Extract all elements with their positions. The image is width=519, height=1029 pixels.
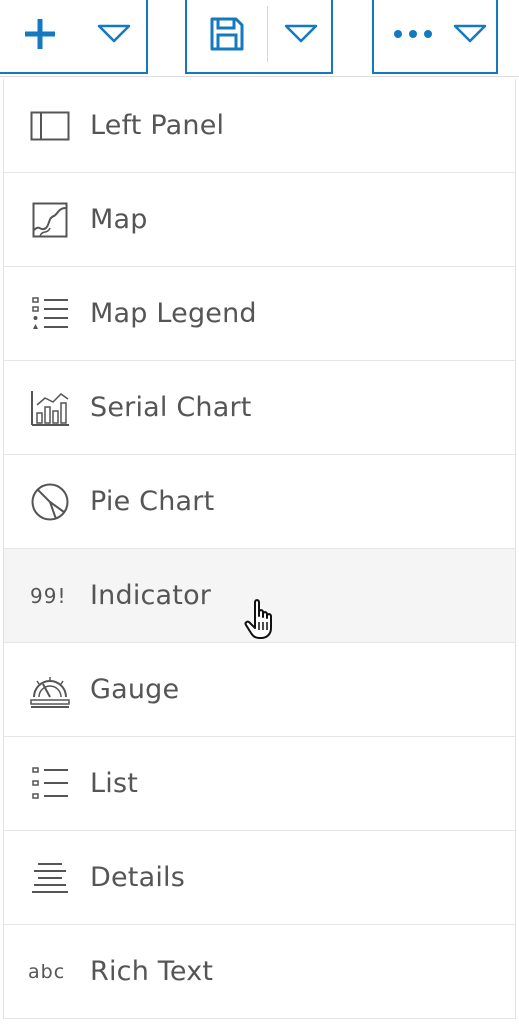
menu-item-label: Serial Chart <box>90 392 252 423</box>
ellipsis-icon <box>394 30 432 38</box>
menu-item-details[interactable]: Details <box>3 831 516 925</box>
save-icon <box>210 17 244 51</box>
gauge-icon <box>30 677 70 708</box>
toolbar <box>0 0 519 76</box>
menu-item-label: Left Panel <box>90 110 225 141</box>
menu-item-rich-text[interactable]: abc Rich Text <box>3 925 516 1019</box>
add-widget-button[interactable] <box>0 0 80 72</box>
indicator-icon: 99! <box>30 584 67 608</box>
plus-icon <box>25 19 55 49</box>
menu-item-label: Map Legend <box>90 298 257 329</box>
menu-item-label: List <box>90 768 138 799</box>
serial-chart-icon <box>31 391 69 426</box>
menu-item-serial-chart[interactable]: Serial Chart <box>3 361 516 455</box>
details-icon <box>32 863 68 893</box>
add-widget-button-group <box>0 0 148 74</box>
menu-item-label: Indicator <box>90 580 212 611</box>
rich-text-icon: abc <box>28 961 66 983</box>
list-icon <box>32 767 68 799</box>
menu-item-label: Map <box>90 204 148 235</box>
save-dropdown-button[interactable] <box>268 0 333 72</box>
add-widget-menu: Left Panel Map Map Legend Serial Chart P… <box>0 76 519 1029</box>
menu-item-left-panel[interactable]: Left Panel <box>3 79 516 173</box>
menu-item-label: Pie Chart <box>90 486 215 517</box>
pie-chart-icon <box>31 483 69 521</box>
menu-item-gauge[interactable]: Gauge <box>3 643 516 737</box>
menu-item-label: Gauge <box>90 674 180 705</box>
menu-item-label: Details <box>90 862 186 893</box>
map-legend-icon <box>32 297 68 329</box>
menu-item-map[interactable]: Map <box>3 173 516 267</box>
menu-item-label: Rich Text <box>90 956 214 987</box>
more-options-button[interactable] <box>372 0 498 74</box>
more-options-ellipsis <box>382 0 444 72</box>
more-options-dropdown <box>444 0 496 72</box>
triangle-down-icon <box>284 24 317 43</box>
menu-item-map-legend[interactable]: Map Legend <box>3 267 516 361</box>
save-button[interactable] <box>187 0 267 72</box>
triangle-down-icon <box>97 24 131 43</box>
triangle-down-icon <box>453 24 487 43</box>
menu-item-list[interactable]: List <box>3 737 516 831</box>
hand-pointer-cursor-icon <box>244 599 272 639</box>
map-icon <box>32 202 68 238</box>
menu-item-pie-chart[interactable]: Pie Chart <box>3 455 516 549</box>
add-widget-dropdown-button[interactable] <box>80 0 148 72</box>
save-button-group <box>185 0 333 74</box>
left-panel-icon <box>30 111 70 141</box>
